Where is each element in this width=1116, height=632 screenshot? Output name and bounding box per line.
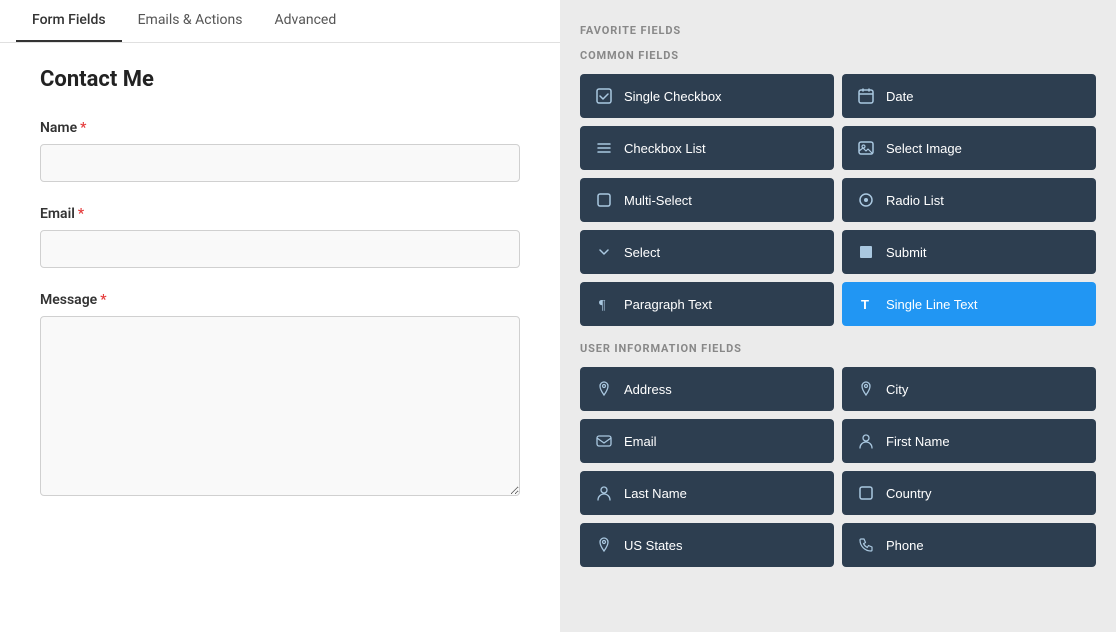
form-title: Contact Me: [40, 67, 520, 92]
first-name-icon: [856, 431, 876, 451]
select-image-label: Select Image: [886, 141, 962, 156]
btn-radio-list[interactable]: Radio List: [842, 178, 1096, 222]
btn-checkbox-list[interactable]: Checkbox List: [580, 126, 834, 170]
right-panel: FAVORITE FIELDS COMMON FIELDS Single Che…: [560, 0, 1116, 632]
us-states-label: US States: [624, 538, 683, 553]
btn-select-image[interactable]: Select Image: [842, 126, 1096, 170]
multi-select-label: Multi-Select: [624, 193, 692, 208]
btn-single-checkbox[interactable]: Single Checkbox: [580, 74, 834, 118]
btn-email-user[interactable]: Email: [580, 419, 834, 463]
tabs-bar: Form Fields Emails & Actions Advanced: [0, 0, 560, 43]
field-group-email: Email*: [40, 206, 520, 268]
paragraph-text-icon: ¶: [594, 294, 614, 314]
single-line-text-icon: T: [856, 294, 876, 314]
city-label: City: [886, 382, 908, 397]
field-group-message: Message*: [40, 292, 520, 500]
first-name-label: First Name: [886, 434, 950, 449]
user-fields-label: USER INFORMATION FIELDS: [580, 342, 1096, 355]
phone-label: Phone: [886, 538, 924, 553]
left-panel: Form Fields Emails & Actions Advanced Co…: [0, 0, 560, 632]
tab-form-fields[interactable]: Form Fields: [16, 0, 122, 42]
form-content: Contact Me Name* Email* Message*: [0, 43, 560, 632]
submit-label: Submit: [886, 245, 926, 260]
address-label: Address: [624, 382, 672, 397]
btn-submit[interactable]: Submit: [842, 230, 1096, 274]
btn-country[interactable]: Country: [842, 471, 1096, 515]
checkbox-list-label: Checkbox List: [624, 141, 706, 156]
city-icon: [856, 379, 876, 399]
tab-emails-actions[interactable]: Emails & Actions: [122, 0, 259, 42]
common-fields-label: COMMON FIELDS: [580, 49, 1096, 62]
address-icon: [594, 379, 614, 399]
country-icon: [856, 483, 876, 503]
input-name[interactable]: [40, 144, 520, 182]
tab-advanced[interactable]: Advanced: [259, 0, 353, 42]
btn-date[interactable]: Date: [842, 74, 1096, 118]
label-email: Email*: [40, 206, 520, 222]
common-fields-grid: Single Checkbox Date Checkbox List Selec…: [580, 74, 1096, 326]
btn-last-name[interactable]: Last Name: [580, 471, 834, 515]
required-star-email: *: [78, 206, 84, 222]
btn-us-states[interactable]: US States: [580, 523, 834, 567]
radio-list-label: Radio List: [886, 193, 944, 208]
btn-paragraph-text[interactable]: ¶ Paragraph Text: [580, 282, 834, 326]
date-label: Date: [886, 89, 913, 104]
label-name: Name*: [40, 120, 520, 136]
user-fields-grid: Address City Email First Name: [580, 367, 1096, 567]
textarea-message[interactable]: [40, 316, 520, 496]
submit-icon: [856, 242, 876, 262]
single-line-text-label: Single Line Text: [886, 297, 978, 312]
btn-city[interactable]: City: [842, 367, 1096, 411]
required-star-message: *: [100, 292, 106, 308]
date-icon: [856, 86, 876, 106]
last-name-label: Last Name: [624, 486, 687, 501]
btn-select[interactable]: Select: [580, 230, 834, 274]
single-checkbox-icon: [594, 86, 614, 106]
single-checkbox-label: Single Checkbox: [624, 89, 722, 104]
paragraph-text-label: Paragraph Text: [624, 297, 712, 312]
svg-text:T: T: [861, 297, 869, 312]
email-user-label: Email: [624, 434, 657, 449]
label-message: Message*: [40, 292, 520, 308]
btn-multi-select[interactable]: Multi-Select: [580, 178, 834, 222]
select-image-icon: [856, 138, 876, 158]
radio-list-icon: [856, 190, 876, 210]
svg-text:¶: ¶: [599, 298, 606, 312]
email-user-icon: [594, 431, 614, 451]
last-name-icon: [594, 483, 614, 503]
field-group-name: Name*: [40, 120, 520, 182]
required-star-name: *: [80, 120, 86, 136]
country-label: Country: [886, 486, 932, 501]
btn-single-line-text[interactable]: T Single Line Text: [842, 282, 1096, 326]
input-email[interactable]: [40, 230, 520, 268]
btn-first-name[interactable]: First Name: [842, 419, 1096, 463]
select-icon: [594, 242, 614, 262]
multi-select-icon: [594, 190, 614, 210]
checkbox-list-icon: [594, 138, 614, 158]
us-states-icon: [594, 535, 614, 555]
btn-phone[interactable]: Phone: [842, 523, 1096, 567]
favorite-fields-label: FAVORITE FIELDS: [580, 24, 1096, 37]
btn-address[interactable]: Address: [580, 367, 834, 411]
select-label: Select: [624, 245, 660, 260]
phone-icon: [856, 535, 876, 555]
